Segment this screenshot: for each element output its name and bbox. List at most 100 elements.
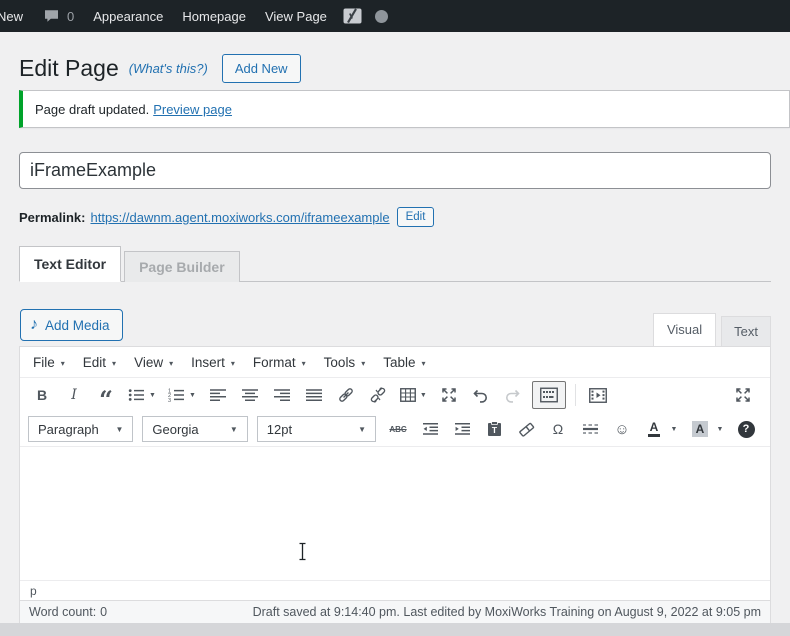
align-left-button[interactable] xyxy=(205,382,231,408)
italic-button[interactable]: I xyxy=(61,382,87,408)
preview-page-link[interactable]: Preview page xyxy=(153,102,232,117)
video-playlist-button[interactable] xyxy=(585,382,611,408)
help-button[interactable]: ? xyxy=(733,416,759,442)
background-color-button[interactable]: A xyxy=(687,416,713,442)
page-title-input[interactable] xyxy=(19,152,771,189)
justify-button[interactable] xyxy=(301,382,327,408)
media-row: ♪ Add Media Visual Text xyxy=(19,282,771,346)
toolbar-divider xyxy=(574,384,576,406)
text-color-button[interactable]: A xyxy=(641,416,667,442)
paste-as-text-button[interactable]: T xyxy=(481,416,507,442)
page-header: Edit Page (What's this?) Add New xyxy=(19,53,770,83)
bulleted-list-button[interactable]: ▼ xyxy=(125,382,159,408)
draft-updated-notice: Page draft updated. Preview page xyxy=(19,90,790,128)
chevron-down-icon: ▼ xyxy=(670,425,678,433)
tab-page-builder[interactable]: Page Builder xyxy=(124,251,240,282)
tab-text-editor[interactable]: Text Editor xyxy=(19,246,122,282)
permalink-edit-button[interactable]: Edit xyxy=(396,207,435,227)
menu-insert[interactable]: Insert ▾ xyxy=(182,347,244,377)
chevron-down-icon: ▾ xyxy=(301,358,306,368)
font-family-select[interactable]: Georgia ▼ xyxy=(142,416,248,442)
special-character-button[interactable]: Ω xyxy=(545,416,571,442)
blockquote-button[interactable]: “ xyxy=(93,382,119,412)
menu-table[interactable]: Table ▾ xyxy=(374,347,434,377)
mode-tabs: Visual Text xyxy=(652,313,771,346)
tab-text[interactable]: Text xyxy=(721,316,771,346)
insert-link-button[interactable] xyxy=(333,382,359,408)
redo-button[interactable] xyxy=(500,382,526,408)
chevron-down-icon: ▾ xyxy=(421,358,426,368)
distraction-free-button[interactable] xyxy=(436,382,462,408)
indent-button[interactable] xyxy=(449,416,475,442)
chevron-down-icon: ▼ xyxy=(115,424,124,434)
outdent-icon xyxy=(422,421,439,437)
element-path-item[interactable]: p xyxy=(30,584,37,598)
align-center-button[interactable] xyxy=(237,382,263,408)
admin-bar-appearance[interactable]: Appearance xyxy=(93,9,163,24)
add-media-label: Add Media xyxy=(45,317,110,333)
editor-content[interactable] xyxy=(20,447,770,580)
numbered-list-button[interactable]: 123 ▼ xyxy=(165,382,199,408)
admin-bar-new[interactable]: New xyxy=(0,9,23,24)
yoast-seo-icon[interactable] xyxy=(343,8,362,24)
remove-link-button[interactable] xyxy=(365,382,391,408)
svg-text:T: T xyxy=(491,425,497,435)
omega-icon: Ω xyxy=(552,421,564,437)
permalink-row: Permalink: https://dawnm.agent.moxiworks… xyxy=(19,205,790,229)
fullscreen-icon xyxy=(735,387,751,403)
emoticons-button[interactable]: ☺ xyxy=(609,416,635,442)
strikethrough-button[interactable]: ABC xyxy=(385,416,411,442)
outdent-button[interactable] xyxy=(417,416,443,442)
toolbar-row-1: B I “ ▼ 123 ▼ ▼ xyxy=(20,378,770,412)
table-icon xyxy=(399,388,416,402)
menu-edit[interactable]: Edit ▾ xyxy=(74,347,125,377)
fullscreen-button[interactable] xyxy=(730,382,756,408)
menu-format[interactable]: Format ▾ xyxy=(244,347,315,377)
admin-bar-view-page[interactable]: View Page xyxy=(265,9,327,24)
admin-bar-homepage[interactable]: Homepage xyxy=(182,9,246,24)
justify-icon xyxy=(305,387,322,403)
gray-circle-icon xyxy=(374,9,388,23)
bold-button[interactable]: B xyxy=(29,382,55,408)
chevron-down-icon: ▾ xyxy=(230,358,235,368)
link-icon xyxy=(337,387,355,403)
toolbar-toggle-button[interactable] xyxy=(531,381,566,409)
admin-bar-comments[interactable]: 0 xyxy=(44,9,74,24)
editor-menubar: File ▾ Edit ▾ View ▾ Insert ▾ Format ▾ Tools ▾… xyxy=(20,347,770,378)
font-size-select[interactable]: 12pt ▼ xyxy=(256,416,377,442)
chevron-down-icon: ▼ xyxy=(716,425,724,433)
save-status-text: Draft saved at 9:14:40 pm. Last edited b… xyxy=(252,605,761,619)
text-color-dropdown[interactable]: ▼ xyxy=(667,416,681,442)
clear-formatting-button[interactable] xyxy=(513,416,539,442)
svg-text:3: 3 xyxy=(168,398,171,403)
text-color-icon: A xyxy=(647,421,661,437)
align-left-icon xyxy=(209,387,226,403)
chevron-down-icon: ▼ xyxy=(229,424,238,434)
strikethrough-icon: ABC xyxy=(389,424,407,434)
chevron-down-icon: ▾ xyxy=(169,358,174,368)
table-button[interactable]: ▼ xyxy=(397,382,430,408)
add-new-button[interactable]: Add New xyxy=(221,53,301,83)
wordpress-edit-page-screen: New 0 Appearance Homepage View Page Edit… xyxy=(0,0,790,636)
align-right-button[interactable] xyxy=(269,382,295,408)
chevron-down-icon: ▼ xyxy=(419,391,427,399)
bulleted-list-icon xyxy=(128,387,145,403)
permalink-label: Permalink: xyxy=(19,209,86,225)
background-color-dropdown[interactable]: ▼ xyxy=(713,416,727,442)
chevron-down-icon: ▾ xyxy=(361,358,366,368)
menu-view[interactable]: View ▾ xyxy=(125,347,182,377)
background-color-icon: A xyxy=(691,421,709,437)
whats-this-link[interactable]: (What's this?) xyxy=(129,61,208,76)
paragraph-format-select[interactable]: Paragraph ▼ xyxy=(28,416,134,442)
horizontal-rule-icon xyxy=(582,422,599,436)
horizontal-rule-button[interactable] xyxy=(577,416,603,442)
chevron-down-icon: ▼ xyxy=(358,424,367,434)
editor-tabs: Text Editor Page Builder xyxy=(19,246,771,282)
menu-tools[interactable]: Tools ▾ xyxy=(315,347,375,377)
menu-file[interactable]: File ▾ xyxy=(24,347,74,377)
tab-visual[interactable]: Visual xyxy=(652,313,717,346)
permalink-url-link[interactable]: https://dawnm.agent.moxiworks.com/iframe… xyxy=(90,210,389,225)
undo-button[interactable] xyxy=(468,382,494,408)
add-media-button[interactable]: ♪ Add Media xyxy=(20,309,123,341)
video-playlist-icon xyxy=(588,387,607,403)
